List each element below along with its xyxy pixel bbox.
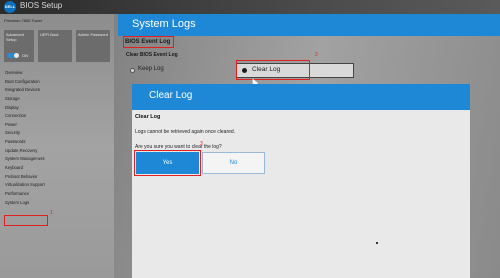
- sidebar-nav: Overview Boot Configuration Integrated D…: [5, 69, 105, 207]
- admin-password-tile[interactable]: Admin Password: [76, 30, 110, 62]
- sidebar-item-preboot-behavior[interactable]: Preboot Behavior: [5, 173, 105, 182]
- sidebar-item-performance[interactable]: Performance: [5, 190, 105, 199]
- sidebar-item-security[interactable]: Security: [5, 129, 105, 138]
- sidebar-item-display[interactable]: Display: [5, 104, 105, 113]
- page-title: System Logs: [132, 18, 196, 30]
- toggle-state-label: ON: [22, 53, 28, 58]
- left-panel: Precision 7865 Tower Advanced Setup ON U…: [0, 14, 114, 278]
- top-bar: DELL BIOS Setup: [0, 0, 500, 14]
- subsection-title: Clear BIOS Event Log: [126, 52, 178, 58]
- dialog-heading: Clear Log: [135, 114, 161, 120]
- step-marker-1: 1: [50, 210, 53, 216]
- section-highlight-box: [123, 36, 174, 48]
- yes-highlight-box: [134, 150, 201, 176]
- step-marker-2: 2: [315, 52, 318, 58]
- dialog-title: Clear Log: [149, 90, 193, 101]
- dialog-header: Clear Log: [132, 84, 470, 110]
- cursor-dot: [376, 242, 378, 244]
- sidebar-item-boot-configuration[interactable]: Boot Configuration: [5, 78, 105, 87]
- keep-log-radio[interactable]: [130, 68, 135, 73]
- advanced-setup-label: Advanced Setup: [6, 32, 24, 42]
- model-name: Precision 7865 Tower: [4, 18, 43, 23]
- clear-log-highlight-box: [236, 60, 310, 80]
- step-marker-3: 3: [200, 141, 203, 147]
- sidebar-item-virtualization-support[interactable]: Virtualization Support: [5, 181, 105, 190]
- sidebar-item-integrated-devices[interactable]: Integrated Devices: [5, 86, 105, 95]
- sidebar-item-power[interactable]: Power: [5, 121, 105, 130]
- uefi-boot-tile[interactable]: UEFI Boot: [38, 30, 72, 62]
- app-title: BIOS Setup: [20, 1, 63, 10]
- toggle-knob: [14, 53, 19, 58]
- sidebar-item-system-management[interactable]: System Management: [5, 155, 105, 164]
- page-header: System Logs: [118, 14, 500, 36]
- sidebar-item-connection[interactable]: Connection: [5, 112, 105, 121]
- dell-logo-icon: DELL: [4, 1, 16, 13]
- sidebar-item-passwords[interactable]: Passwords: [5, 138, 105, 147]
- advanced-setup-toggle[interactable]: [7, 53, 19, 58]
- bios-screen: DELL BIOS Setup Precision 7865 Tower Adv…: [0, 0, 500, 278]
- sidebar-item-storage[interactable]: Storage: [5, 95, 105, 104]
- sidebar-item-overview[interactable]: Overview: [5, 69, 105, 78]
- clear-log-dialog: Clear Log Clear Log Logs cannot be retri…: [132, 84, 470, 278]
- keep-log-label[interactable]: Keep Log: [138, 66, 164, 72]
- sidebar-item-update-recovery[interactable]: Update,Recovery: [5, 147, 105, 156]
- sidebar-item-keyboard[interactable]: Keyboard: [5, 164, 105, 173]
- uefi-boot-label: UEFI Boot: [40, 32, 59, 37]
- admin-password-label: Admin Password: [78, 32, 109, 37]
- sidebar-item-system-logs[interactable]: System Logs: [5, 199, 105, 208]
- system-logs-highlight-box: [4, 215, 48, 226]
- no-button[interactable]: No: [202, 152, 265, 174]
- advanced-setup-tile[interactable]: Advanced Setup ON: [4, 30, 34, 62]
- dialog-warning-text: Logs cannot be retrieved again once clea…: [135, 129, 236, 135]
